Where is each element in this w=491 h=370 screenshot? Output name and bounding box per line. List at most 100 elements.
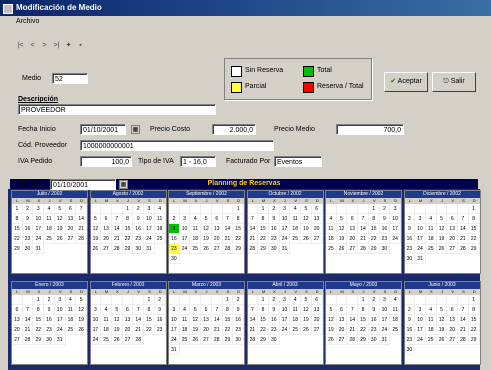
day-cell[interactable]: 2	[44, 295, 55, 305]
day-cell[interactable]: 16	[268, 315, 280, 325]
day-cell[interactable]: 12	[76, 305, 87, 315]
day-cell[interactable]: 12	[90, 224, 102, 234]
day-cell[interactable]: 16	[133, 224, 145, 234]
prev-icon[interactable]: <	[28, 41, 37, 50]
day-cell[interactable]: 27	[447, 335, 459, 345]
day-cell[interactable]: 15	[468, 224, 480, 234]
day-cell[interactable]: 14	[22, 315, 34, 325]
day-cell[interactable]: 21	[211, 325, 223, 335]
day-cell[interactable]: 19	[301, 224, 312, 234]
day-cell[interactable]: 30	[404, 345, 416, 355]
iva-pedido-field[interactable]: 100,0	[80, 156, 132, 167]
day-cell[interactable]: 28	[247, 335, 259, 345]
day-cell[interactable]: 23	[368, 325, 380, 335]
day-cell[interactable]: 21	[358, 234, 369, 244]
day-cell[interactable]: 9	[169, 224, 180, 234]
first-icon[interactable]: |<	[16, 41, 25, 50]
day-cell[interactable]: 4	[190, 214, 202, 224]
day-cell[interactable]: 20	[101, 234, 112, 244]
day-cell[interactable]: 23	[268, 325, 280, 335]
day-cell[interactable]: 13	[447, 224, 459, 234]
day-cell[interactable]: 23	[233, 325, 244, 335]
medio-field[interactable]: 52	[52, 73, 88, 84]
day-cell[interactable]: 18	[65, 315, 77, 325]
day-cell[interactable]: 28	[247, 244, 259, 254]
next-icon[interactable]: >	[40, 41, 49, 50]
day-cell[interactable]: 17	[179, 234, 191, 244]
day-cell[interactable]: 7	[247, 214, 259, 224]
day-cell[interactable]: 1	[468, 204, 480, 214]
day-cell[interactable]: 1	[33, 295, 45, 305]
day-cell[interactable]: 21	[247, 325, 259, 335]
day-cell[interactable]: 3	[179, 214, 191, 224]
day-cell[interactable]: 2	[379, 204, 391, 214]
day-cell[interactable]: 17	[169, 325, 180, 335]
day-cell[interactable]: 10	[33, 214, 45, 224]
day-cell[interactable]: 19	[190, 325, 202, 335]
day-cell[interactable]: 28	[22, 335, 34, 345]
day-cell[interactable]: 6	[447, 305, 459, 315]
day-cell[interactable]: 4	[326, 214, 337, 224]
day-cell[interactable]: 20	[447, 234, 459, 244]
day-cell[interactable]: 24	[144, 234, 155, 244]
day-cell[interactable]: 22	[122, 234, 134, 244]
day-cell[interactable]: 25	[179, 335, 191, 345]
day-cell[interactable]: 13	[347, 224, 359, 234]
day-cell[interactable]: 21	[347, 325, 359, 335]
day-cell[interactable]: 21	[133, 325, 145, 335]
day-cell[interactable]: 10	[90, 315, 102, 325]
day-cell[interactable]: 20	[201, 325, 212, 335]
day-cell[interactable]: 16	[404, 325, 416, 335]
day-cell[interactable]: 1	[233, 204, 244, 214]
day-cell[interactable]: 6	[101, 214, 112, 224]
day-cell[interactable]: 3	[390, 204, 401, 214]
day-cell[interactable]: 21	[22, 325, 34, 335]
day-cell[interactable]: 19	[90, 234, 102, 244]
day-cell[interactable]: 16	[44, 315, 55, 325]
day-cell[interactable]: 23	[268, 234, 280, 244]
day-cell[interactable]: 22	[468, 325, 480, 335]
day-cell[interactable]: 26	[201, 244, 212, 254]
day-cell[interactable]: 14	[458, 224, 469, 234]
day-cell[interactable]: 1	[468, 295, 480, 305]
day-cell[interactable]: 3	[90, 305, 102, 315]
day-cell[interactable]: 2	[368, 295, 380, 305]
day-cell[interactable]: 8	[258, 214, 269, 224]
day-cell[interactable]: 22	[258, 234, 269, 244]
day-cell[interactable]: 20	[311, 224, 323, 234]
day-cell[interactable]: 18	[326, 234, 337, 244]
day-cell[interactable]: 15	[368, 224, 380, 234]
day-cell[interactable]: 4	[65, 295, 77, 305]
day-cell[interactable]: 16	[154, 315, 166, 325]
day-cell[interactable]: 4	[390, 295, 401, 305]
descripcion-field[interactable]: PROVEEDOR	[18, 104, 216, 115]
day-cell[interactable]: 24	[379, 325, 391, 335]
day-cell[interactable]: 20	[12, 325, 23, 335]
cal-picker-icon[interactable]: ▦	[119, 180, 128, 189]
day-cell[interactable]: 27	[347, 244, 359, 254]
day-cell[interactable]: 15	[33, 315, 45, 325]
day-cell[interactable]: 10	[169, 315, 180, 325]
day-cell[interactable]: 13	[65, 214, 77, 224]
day-cell[interactable]: 9	[44, 305, 55, 315]
day-cell[interactable]: 27	[311, 325, 323, 335]
day-cell[interactable]: 17	[33, 224, 45, 234]
day-cell[interactable]: 11	[425, 224, 437, 234]
day-cell[interactable]: 9	[404, 224, 416, 234]
day-cell[interactable]: 4	[101, 305, 112, 315]
day-cell[interactable]: 4	[179, 305, 191, 315]
salir-button[interactable]: ⎋ Salir	[432, 72, 476, 92]
day-cell[interactable]: 23	[404, 244, 416, 254]
print-icon[interactable]: ▪	[76, 41, 85, 50]
day-cell[interactable]: 9	[133, 214, 145, 224]
day-cell[interactable]: 11	[44, 214, 55, 224]
day-cell[interactable]: 5	[76, 295, 87, 305]
day-cell[interactable]: 10	[54, 305, 66, 315]
day-cell[interactable]: 29	[258, 244, 269, 254]
day-cell[interactable]: 7	[22, 305, 34, 315]
day-cell[interactable]: 15	[12, 224, 23, 234]
day-cell[interactable]: 24	[33, 234, 45, 244]
day-cell[interactable]: 1	[12, 204, 23, 214]
day-cell[interactable]: 8	[358, 305, 369, 315]
day-cell[interactable]: 19	[111, 325, 123, 335]
